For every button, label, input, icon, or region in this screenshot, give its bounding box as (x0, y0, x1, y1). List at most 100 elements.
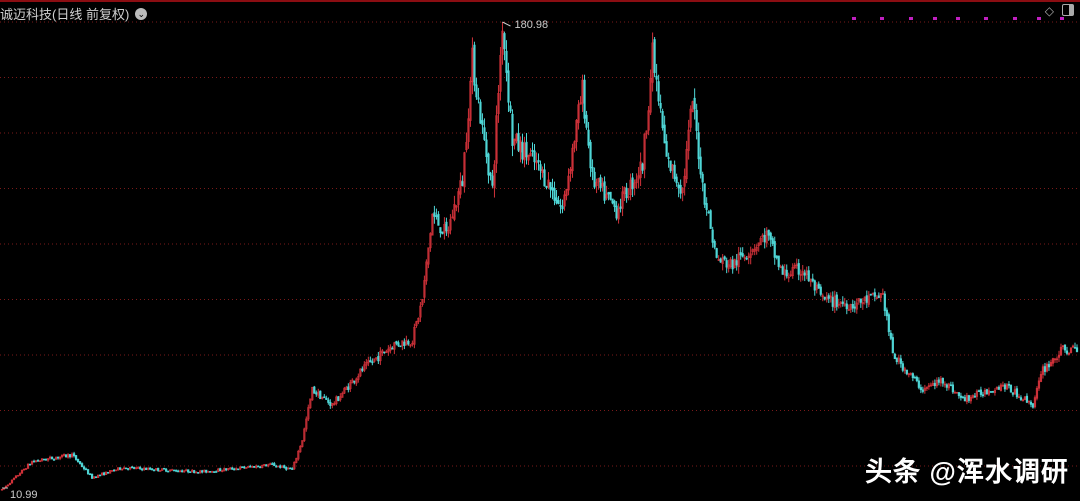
candle-body (949, 384, 952, 387)
panel-toggle-icon[interactable] (1062, 4, 1074, 16)
candle-body (481, 120, 484, 126)
candle-body (957, 392, 960, 396)
candle-body (767, 229, 770, 236)
candle-body (131, 466, 134, 469)
candle-body (511, 113, 514, 146)
candle-body (549, 182, 552, 190)
candle-body (1063, 344, 1067, 351)
candle-body (673, 164, 676, 180)
candle-body (669, 160, 672, 172)
candle-body (275, 465, 278, 468)
candle-body (205, 469, 208, 473)
candle-body (1007, 384, 1011, 386)
diamond-icon[interactable]: ◇ (1045, 4, 1054, 18)
candle-body (537, 160, 540, 163)
candle-body (337, 396, 340, 401)
candle-body (745, 257, 748, 260)
candle-body (887, 314, 890, 333)
candle-body (1065, 350, 1069, 354)
candle-body (705, 203, 708, 210)
candle-body (98, 474, 102, 477)
candle-body (119, 467, 122, 470)
chart-window: 180.98 10.99 诚迈科技(日线 前复权) ⌄ ◇ 头条 @浑水调研 (0, 0, 1080, 501)
candle-body (171, 469, 174, 471)
candle-body (127, 468, 130, 470)
candle-body (899, 358, 902, 364)
candle-body (369, 360, 372, 363)
candle-body (905, 369, 908, 375)
candle-body (1025, 395, 1029, 403)
candle-body (735, 260, 738, 266)
candle-body (219, 468, 222, 472)
candle-body (163, 467, 166, 470)
candle-body (707, 211, 710, 214)
candle-body (231, 467, 234, 470)
candle-body (209, 471, 212, 473)
candle-body (663, 124, 666, 144)
candle-body (479, 101, 482, 124)
candle-body (631, 177, 634, 190)
candle-body (273, 463, 276, 467)
candle-body (699, 156, 702, 175)
candle-body (941, 377, 944, 384)
candle-body (477, 97, 480, 100)
candle-body (289, 467, 292, 470)
candle-body (1019, 397, 1023, 400)
candle-body (507, 70, 510, 103)
candle-body (177, 470, 180, 473)
candle-body (167, 470, 170, 473)
candle-body (215, 471, 218, 473)
candle-body (667, 157, 670, 159)
candle-body (977, 390, 981, 392)
candle-body (769, 232, 772, 240)
candle-body (42, 458, 46, 461)
candle-body (491, 175, 494, 186)
candle-body (78, 461, 82, 464)
toolbar: ◇ (1045, 4, 1074, 18)
candle-body (145, 468, 148, 470)
candle-body (997, 386, 1001, 390)
candle-body (963, 397, 966, 402)
candle-body (785, 269, 788, 277)
candle-body (933, 382, 936, 387)
candle-body (625, 187, 628, 199)
candle-body (773, 241, 776, 258)
candle-body (641, 163, 644, 171)
candle-body (873, 292, 876, 297)
candle-body (655, 75, 658, 80)
candle-body (711, 229, 714, 243)
candle-body (72, 453, 76, 457)
candle-body (853, 306, 856, 309)
candle-body (731, 259, 734, 270)
candle-body (803, 272, 806, 276)
candle-body (319, 390, 322, 400)
candle-body (865, 295, 868, 303)
candle-body (607, 192, 610, 195)
candle-body (611, 198, 614, 204)
candle-body (1011, 392, 1015, 395)
candle-body (543, 169, 546, 187)
candle-body (327, 399, 330, 403)
candle-body (781, 266, 784, 275)
event-marker (984, 17, 988, 20)
candle-body (461, 181, 464, 186)
candle-body (90, 473, 94, 479)
min-price-label: 10.99 (10, 489, 38, 501)
candle-body (279, 465, 282, 468)
candle-body (133, 467, 136, 469)
candle-body (763, 235, 766, 243)
candle-body (1043, 366, 1047, 372)
candle-body (1009, 384, 1013, 393)
candle-body (509, 105, 512, 112)
candle-body (347, 386, 350, 391)
chevron-down-icon[interactable]: ⌄ (135, 7, 148, 20)
candle-body (175, 469, 178, 472)
candle-body (771, 238, 774, 244)
event-marker (1013, 17, 1017, 20)
candle-body (505, 50, 508, 73)
candle-body (1073, 347, 1077, 349)
candle-body (243, 466, 246, 469)
candle-body (74, 455, 78, 460)
candle-body (139, 467, 142, 469)
candle-body (28, 463, 32, 466)
